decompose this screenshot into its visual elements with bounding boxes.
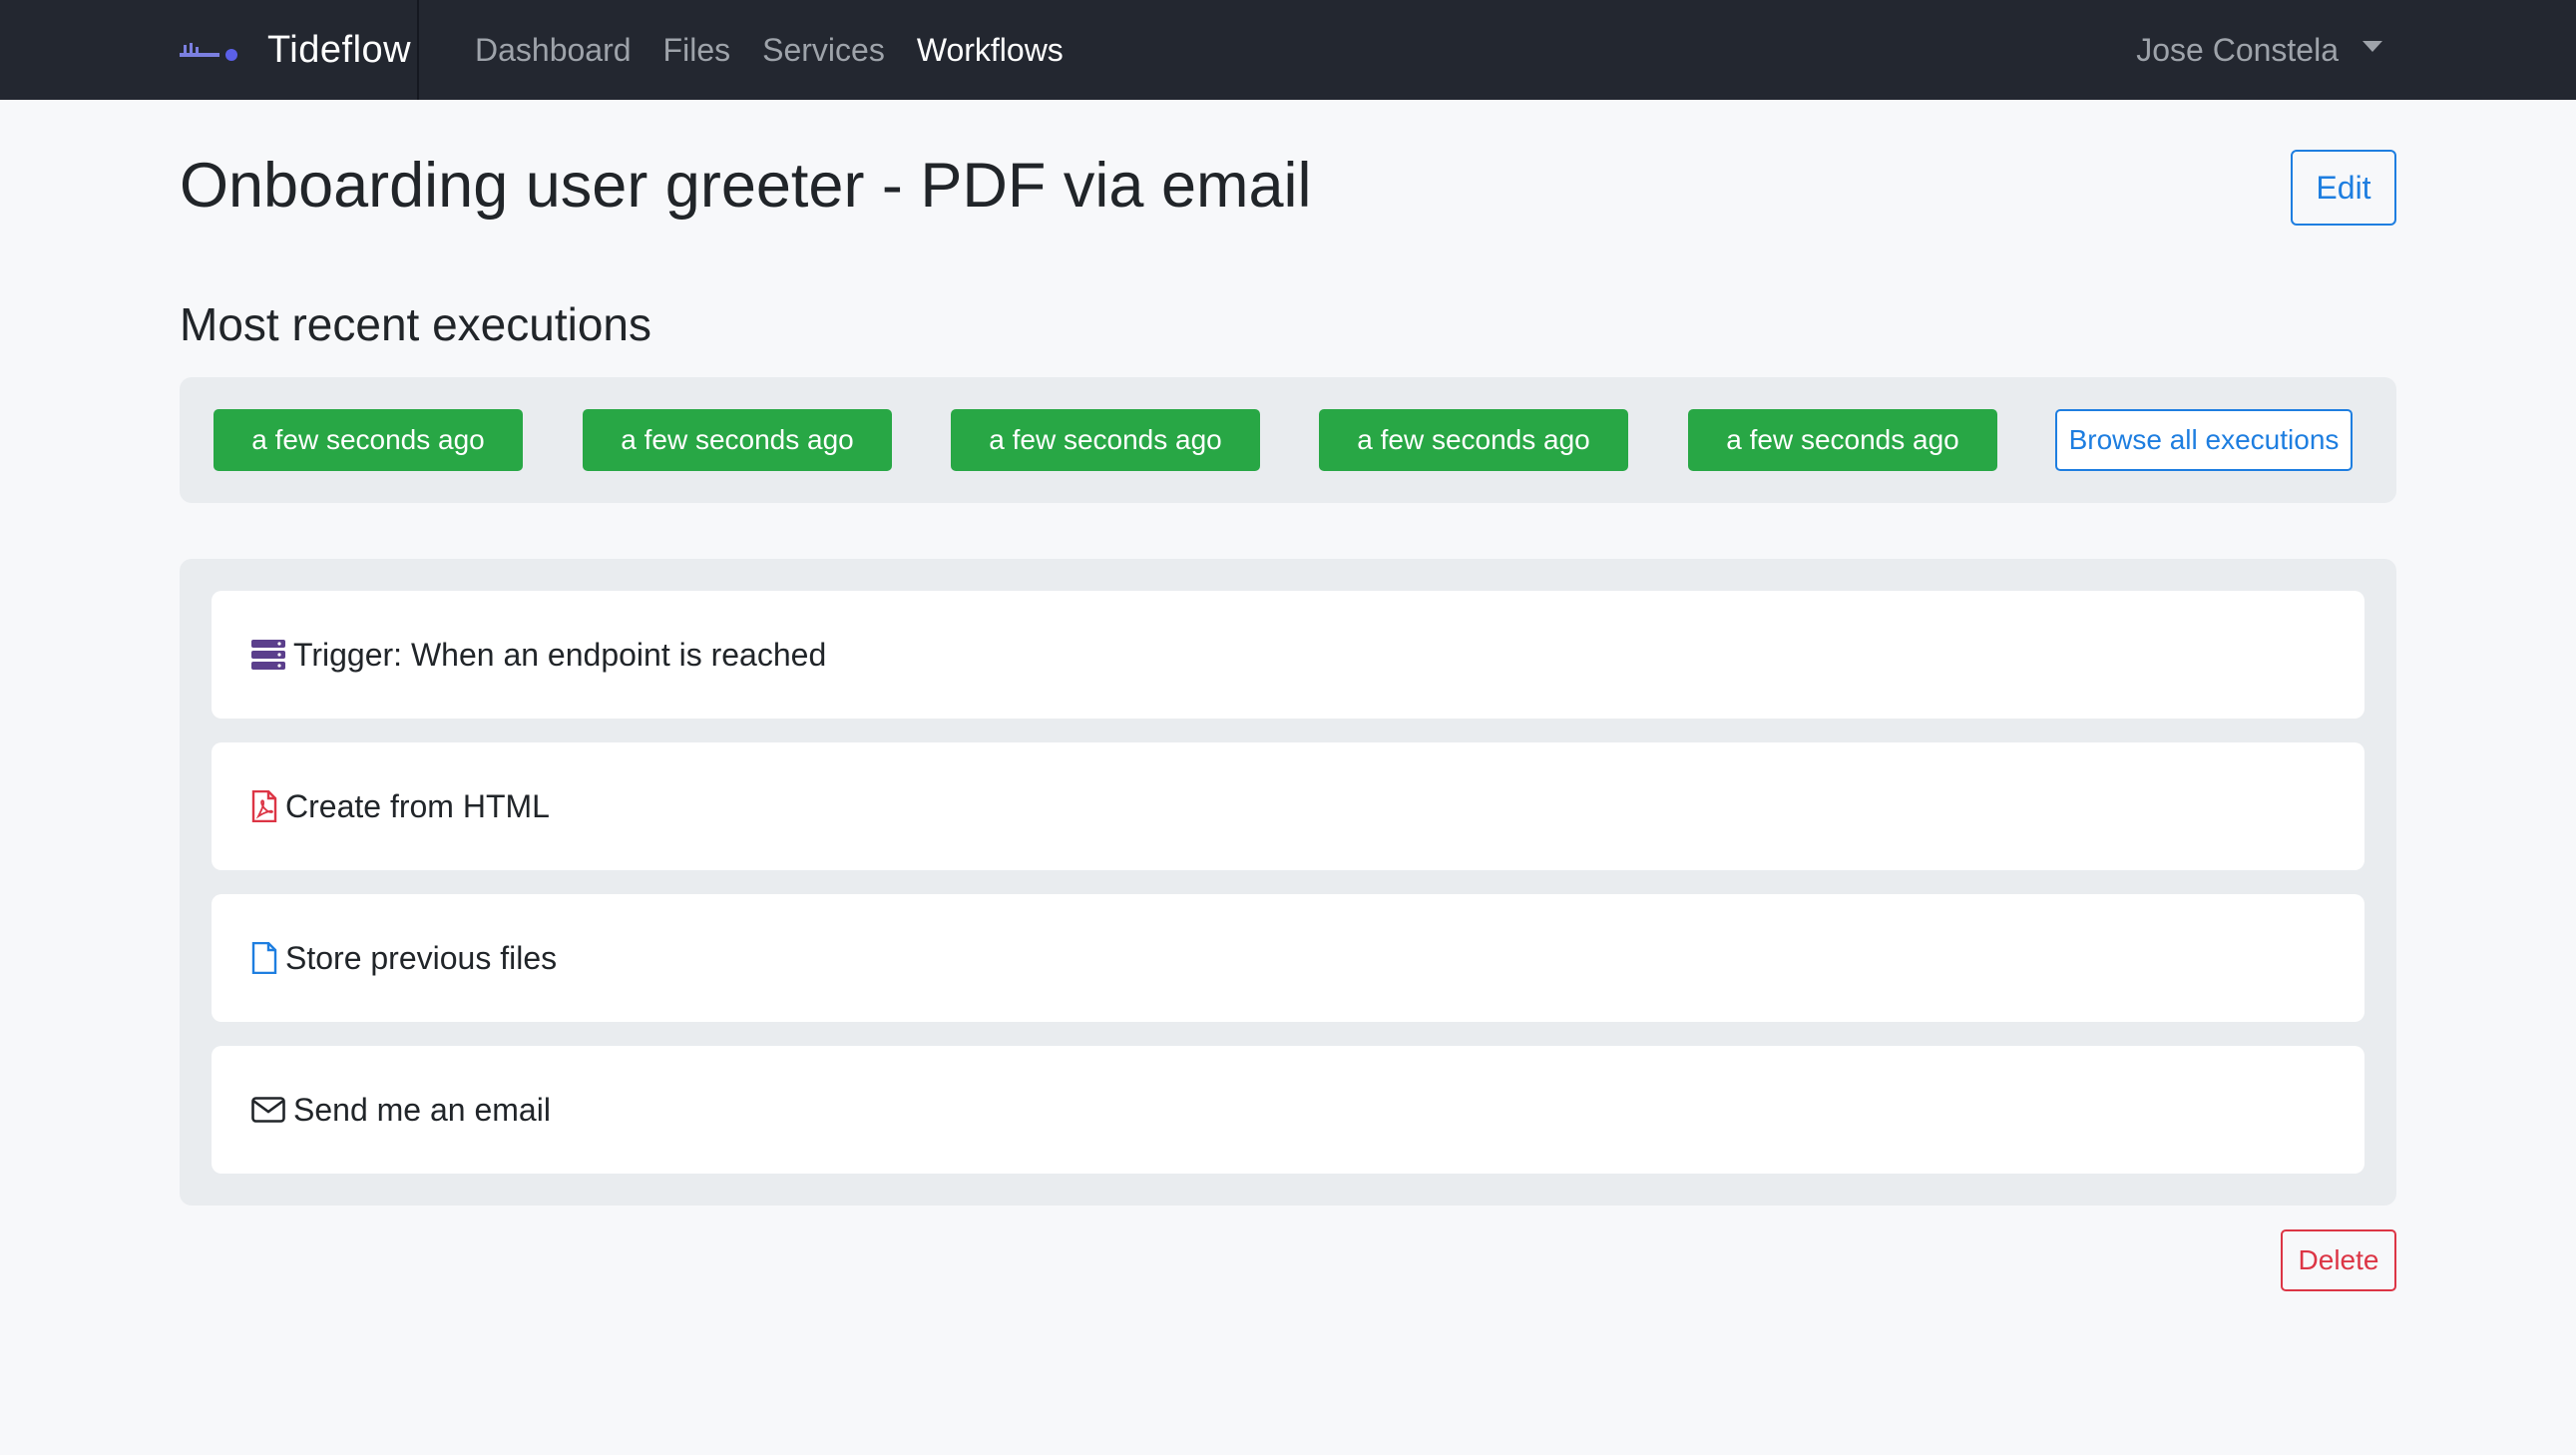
step-send-email[interactable]: Send me an email: [212, 1046, 2364, 1174]
executions-panel: a few seconds ago a few seconds ago a fe…: [180, 377, 2396, 503]
envelope-icon: [251, 1097, 285, 1123]
browse-all-executions-button[interactable]: Browse all executions: [2055, 409, 2353, 471]
step-label: Send me an email: [293, 1091, 551, 1128]
page-title: Onboarding user greeter - PDF via email: [180, 151, 1312, 221]
execution-button[interactable]: a few seconds ago: [583, 409, 892, 471]
step-label: Trigger: When an endpoint is reached: [293, 636, 827, 673]
step-label: Create from HTML: [285, 787, 550, 824]
edit-button[interactable]: Edit: [2291, 150, 2396, 226]
file-icon: [251, 942, 277, 974]
tideflow-logo-icon: [180, 43, 237, 61]
executions-heading: Most recent executions: [180, 298, 652, 350]
nav-link-dashboard[interactable]: Dashboard: [475, 32, 632, 69]
nav-link-services[interactable]: Services: [762, 32, 885, 69]
server-icon: [251, 640, 285, 670]
user-name: Jose Constela: [2136, 31, 2339, 68]
execution-button[interactable]: a few seconds ago: [214, 409, 523, 471]
workflow-steps-panel: Trigger: When an endpoint is reached Cre…: [180, 559, 2396, 1206]
step-label: Store previous files: [285, 939, 558, 976]
top-navbar: Tideflow Dashboard Files Services Workfl…: [0, 0, 2576, 100]
step-create-pdf[interactable]: Create from HTML: [212, 742, 2364, 870]
caret-down-icon: [2362, 40, 2382, 52]
nav-link-workflows[interactable]: Workflows: [917, 32, 1064, 69]
nav-links: Dashboard Files Services Workflows: [475, 0, 1095, 100]
delete-button[interactable]: Delete: [2281, 1229, 2396, 1291]
execution-button[interactable]: a few seconds ago: [1319, 409, 1628, 471]
brand[interactable]: Tideflow: [180, 0, 420, 100]
file-pdf-icon: [251, 790, 277, 822]
step-trigger[interactable]: Trigger: When an endpoint is reached: [212, 591, 2364, 719]
step-store-files[interactable]: Store previous files: [212, 894, 2364, 1022]
brand-name: Tideflow: [267, 28, 412, 71]
execution-button[interactable]: a few seconds ago: [1688, 409, 1997, 471]
user-menu-dropdown[interactable]: Jose Constela: [2136, 0, 2382, 100]
execution-button[interactable]: a few seconds ago: [951, 409, 1260, 471]
nav-link-files[interactable]: Files: [663, 32, 731, 69]
